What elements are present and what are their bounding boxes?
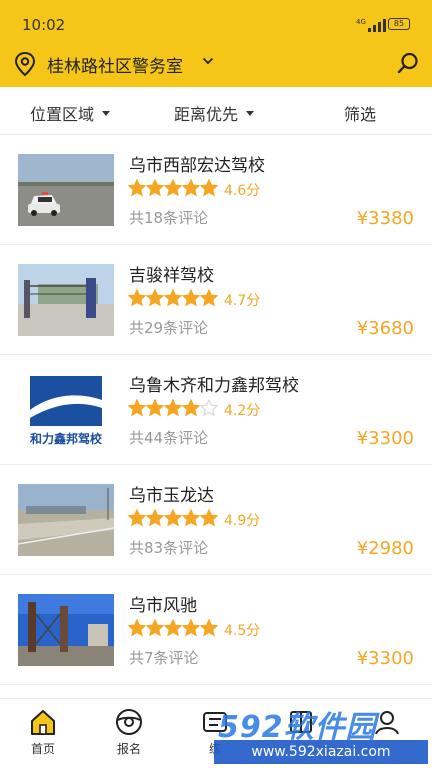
rating-score: 4.2分	[224, 403, 261, 419]
star-rating	[127, 618, 219, 637]
home-icon	[31, 710, 55, 735]
location-pin-icon[interactable]	[14, 51, 36, 77]
star-filled-icon	[145, 508, 165, 527]
caret-down-icon	[102, 110, 111, 116]
filter-bar: 位置区域 距离优先 筛选	[0, 87, 432, 135]
star-filled-icon	[181, 508, 201, 527]
filter-more[interactable]: 筛选	[344, 101, 376, 125]
star-filled-icon	[163, 508, 183, 527]
profile-icon	[375, 711, 399, 735]
star-empty-icon	[199, 398, 219, 417]
battery-icon: 85	[388, 18, 410, 30]
star-filled-icon	[127, 398, 147, 417]
price: ¥3300	[356, 648, 414, 669]
star-filled-icon	[127, 618, 147, 637]
network-indicator: 4G	[356, 18, 366, 26]
signal-icon	[368, 19, 386, 32]
school-photo	[18, 154, 114, 226]
tab-home[interactable]: 首页	[13, 707, 73, 757]
star-filled-icon	[163, 178, 183, 197]
filter-location[interactable]: 位置区域	[30, 101, 111, 125]
tab-practice[interactable]: 练	[185, 707, 245, 757]
status-time: 10:02	[22, 16, 66, 34]
star-filled-icon	[199, 178, 219, 197]
school-photo	[18, 484, 114, 556]
school-name: 吉骏祥驾校	[129, 266, 214, 286]
school-name: 乌市玉龙达	[129, 486, 214, 506]
chevron-down-icon[interactable]	[202, 56, 214, 66]
review-count: 共83条评论	[129, 539, 209, 557]
star-filled-icon	[181, 178, 201, 197]
review-count: 共18条评论	[129, 209, 209, 227]
caret-down-icon	[246, 110, 255, 116]
tab-label: 练	[208, 742, 221, 756]
rating-score: 4.7分	[224, 293, 261, 309]
star-filled-icon	[145, 178, 165, 197]
price: ¥3380	[356, 208, 414, 229]
review-count: 共44条评论	[129, 429, 209, 447]
practice-icon	[203, 712, 227, 732]
price: ¥3300	[356, 428, 414, 449]
review-count: 共7条评论	[129, 649, 199, 667]
star-filled-icon	[199, 288, 219, 307]
review-count: 共29条评论	[129, 319, 209, 337]
star-filled-icon	[145, 288, 165, 307]
star-filled-icon	[163, 618, 183, 637]
location-title[interactable]: 桂林路社区警务室	[47, 52, 183, 77]
star-rating	[127, 508, 219, 527]
star-filled-icon	[181, 288, 201, 307]
filter-distance[interactable]: 距离优先	[174, 101, 255, 125]
app-header: 10:02 4G 85 桂林路社区警务室	[0, 0, 432, 87]
list-item[interactable]: 和力鑫邦驾校 乌鲁木齐和力鑫邦驾校 4.2分 共44条评论 ¥3300	[0, 355, 432, 465]
list-item[interactable]: 乌市西部宏达驾校 4.6分 共18条评论 ¥3380	[0, 135, 432, 245]
list-item[interactable]: 乌市风驰 4.5分 共7条评论 ¥3300	[0, 575, 432, 685]
filter-label: 位置区域	[30, 105, 95, 124]
list-item[interactable]: 乌市玉龙达 4.9分 共83条评论 ¥2980	[0, 465, 432, 575]
tab-label: 首页	[30, 742, 55, 756]
steering-wheel-icon	[116, 709, 142, 735]
status-bar: 10:02 4G 85	[0, 0, 432, 40]
star-filled-icon	[181, 398, 201, 417]
price: ¥2980	[356, 538, 414, 559]
filter-label: 距离优先	[174, 105, 239, 124]
filter-label: 筛选	[344, 105, 377, 124]
school-logo: 和力鑫邦驾校	[18, 374, 114, 446]
logo-text: 和力鑫邦驾校	[29, 432, 102, 446]
price: ¥3680	[356, 318, 414, 339]
star-filled-icon	[127, 288, 147, 307]
star-filled-icon	[145, 618, 165, 637]
star-filled-icon	[199, 508, 219, 527]
star-rating	[127, 398, 219, 417]
tab-signup[interactable]: 报名	[99, 707, 159, 757]
tab-study[interactable]	[271, 707, 331, 740]
school-name: 乌鲁木齐和力鑫邦驾校	[129, 376, 299, 396]
rating-score: 4.5分	[224, 623, 261, 639]
list-item[interactable]: 吉骏祥驾校 4.7分 共29条评论 ¥3680	[0, 245, 432, 355]
school-name: 乌市风驰	[129, 596, 197, 616]
star-filled-icon	[163, 398, 183, 417]
star-filled-icon	[145, 398, 165, 417]
tab-label: 报名	[116, 742, 141, 756]
search-icon[interactable]	[396, 51, 420, 75]
rating-score: 4.6分	[224, 183, 261, 199]
star-rating	[127, 288, 219, 307]
rating-score: 4.9分	[224, 513, 261, 529]
star-filled-icon	[127, 508, 147, 527]
star-filled-icon	[127, 178, 147, 197]
star-filled-icon	[163, 288, 183, 307]
star-filled-icon	[181, 618, 201, 637]
star-rating	[127, 178, 219, 197]
tab-profile[interactable]	[357, 707, 417, 740]
star-filled-icon	[199, 618, 219, 637]
school-photo	[18, 594, 114, 666]
school-photo	[18, 264, 114, 336]
bottom-tab-bar: 首页 报名 练	[0, 698, 432, 768]
school-name: 乌市西部宏达驾校	[129, 156, 265, 176]
book-icon	[290, 711, 312, 733]
